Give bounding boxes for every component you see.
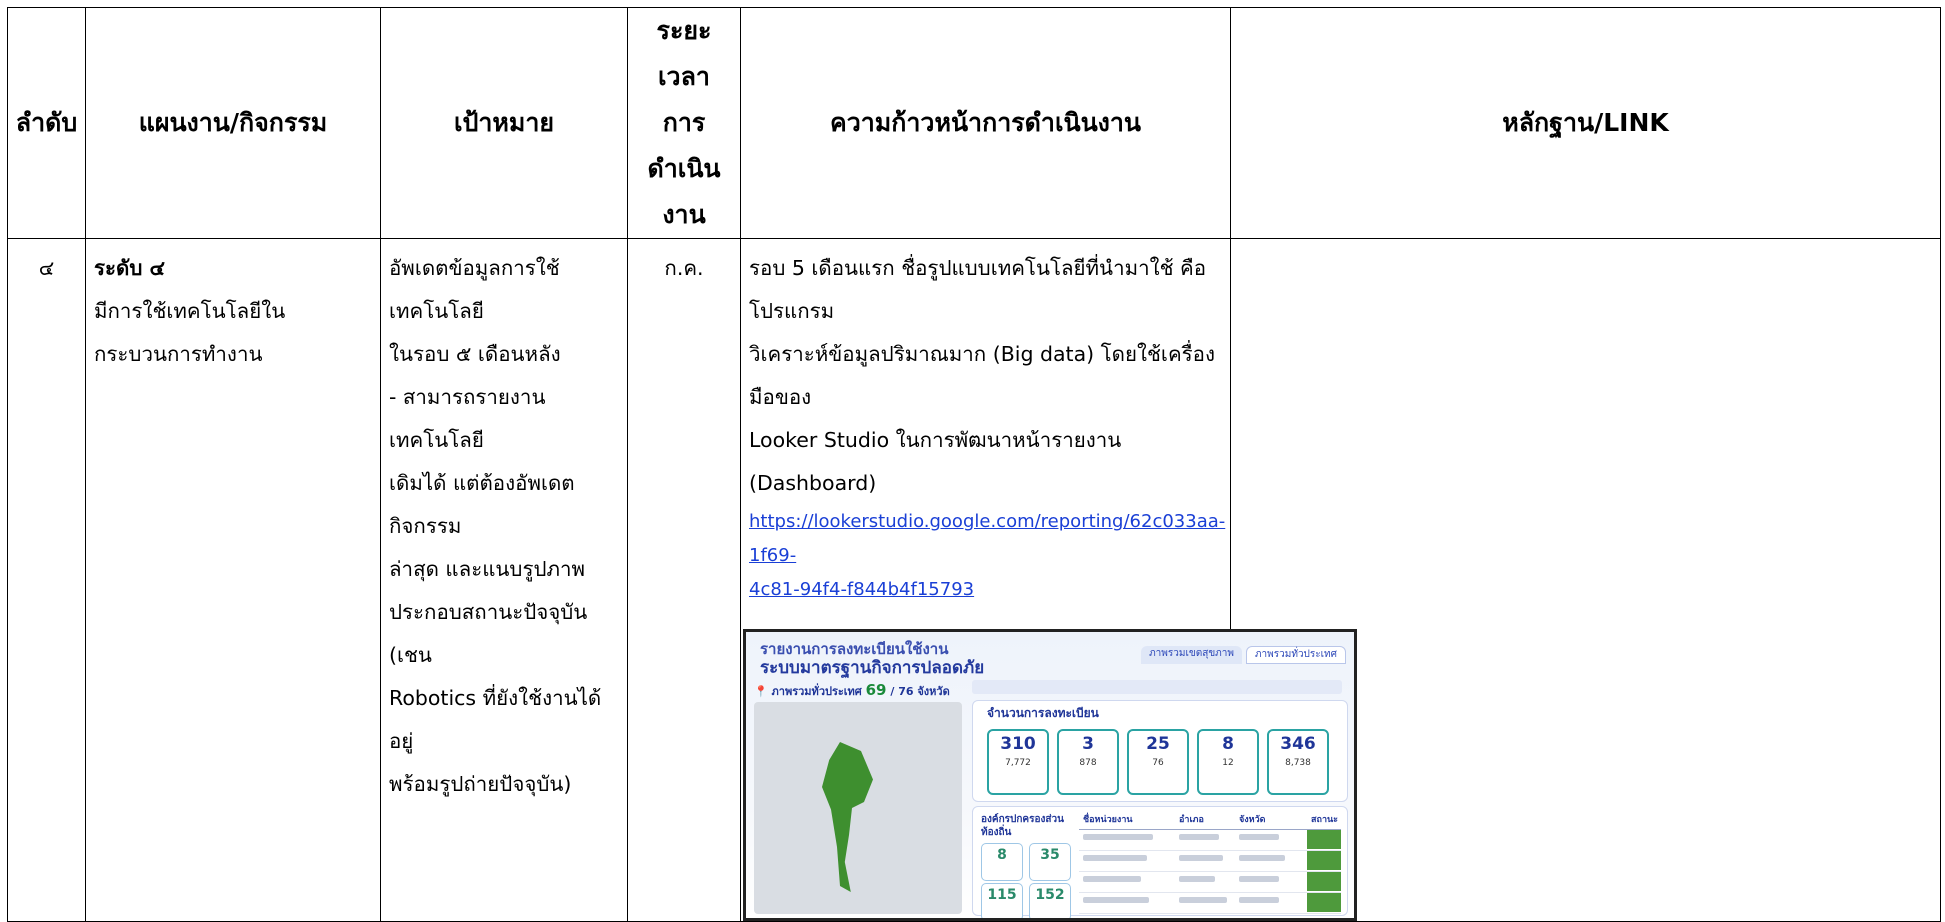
table-row: ๔ ระดับ ๔ มีการใช้เทคโนโลยีในกระบวนการทำ… [7,238,1941,922]
cell-duration: ก.ค. [627,238,741,922]
org-value: 35 [1040,847,1060,863]
stat-sub: 76 [1152,758,1164,768]
header-row: ลำดับ แผนงาน/กิจกรรม เป้าหมาย ระยะเวลา ก… [7,7,1941,239]
header-progress: ความก้าวหน้าการดำเนินงาน [740,7,1231,239]
dashboard-screenshot: รายงานการลงทะเบียนใช้งาน ระบบมาตรฐานกิจก… [743,629,1357,921]
target-line: ล่าสุด และแนบรูปภาพ [389,557,586,581]
filter-bar [972,680,1342,694]
dashboard-title-line1: รายงานการลงทะเบียนใช้งาน [760,640,949,658]
org-panel: องค์กรปกครองส่วนท้องถิ่น 8 35 115 152 ชื… [972,806,1348,918]
header-duration-line3: ดำเนินงาน [647,154,721,229]
org-table-row [1079,830,1341,851]
cell-plan: ระดับ ๔ มีการใช้เทคโนโลยีในกระบวนการทำงา… [85,238,381,922]
country-shape [822,742,873,892]
target-line: ประกอบสถานะปัจจุบัน (เชน [389,600,588,667]
stat-value: 25 [1146,734,1170,754]
stat-card: 25 76 [1127,729,1189,795]
progress-line: วิเคราะห์ข้อมูลปริมาณมาก (Big data) โดยใ… [749,342,1215,409]
header-evidence: หลักฐาน/LINK [1230,7,1941,239]
org-col-name: ชื่อหน่วยงาน [1083,815,1133,825]
org-table-header: ชื่อหน่วยงาน อำเภอ จังหวัด สถานะ [1079,813,1341,830]
header-target: เป้าหมาย [380,7,628,239]
cell-progress: รอบ 5 เดือนแรก ชื่อรูปแบบเทคโนโลยีที่นำม… [740,238,1357,922]
org-value: 115 [987,887,1017,903]
header-plan: แผนงาน/กิจกรรม [85,7,381,239]
map-title: 📍 ภาพรวมทั่วประเทศ 69 / 76 จังหวัด [754,682,950,700]
target-line: พร้อมรูปถ่ายปัจจุบัน) [389,772,572,796]
cell-target: อัพเดตข้อมูลการใช้เทคโนโลยี ในรอบ ๕ เดือ… [380,238,628,922]
thailand-map [754,702,962,914]
map-title-text: ภาพรวมทั่วประเทศ [771,685,862,698]
stat-sub: 878 [1079,758,1097,768]
org-table-row [1079,872,1341,893]
target-line: ในรอบ ๕ เดือนหลัง [389,342,561,366]
tab-nationwide: ภาพรวมทั่วประเทศ [1245,646,1346,664]
header-duration-line1: ระยะเวลา [656,16,712,91]
org-title: องค์กรปกครองส่วนท้องถิ่น [981,814,1064,838]
stat-value: 3 [1082,734,1094,754]
header-seq: ลำดับ [7,7,86,239]
org-col-district: อำเภอ [1179,815,1204,825]
plan-level: ระดับ ๔ [94,256,165,280]
stat-sub: 8,738 [1285,758,1311,768]
stat-card: 310 7,772 [987,729,1049,795]
dashboard-link[interactable]: https://lookerstudio.google.com/reportin… [749,505,1226,607]
dashboard-link-line2: 4c81-94f4-f844b4f15793 [749,579,975,600]
dashboard-link-line1: https://lookerstudio.google.com/reportin… [749,511,1226,566]
org-value: 8 [997,847,1007,863]
map-count: 69 [865,681,887,699]
registration-cards: 310 7,772 3 878 25 76 8 12 346 8,738 [987,729,1329,795]
org-card: 35 [1029,843,1071,881]
registration-panel: จำนวนการลงทะเบียน 310 7,772 3 878 25 76 8 12… [972,700,1348,802]
registration-title: จำนวนการลงทะเบียน [987,706,1099,720]
dashboard-tabs: ภาพรวมเขตสุขภาพ ภาพรวมทั่วประเทศ [1141,646,1346,664]
pin-icon: 📍 [754,685,768,698]
header-duration-line2: การ [662,108,706,137]
stat-value: 346 [1280,734,1316,754]
stat-card: 3 878 [1057,729,1119,795]
org-table-row [1079,851,1341,872]
progress-line: รอบ 5 เดือนแรก ชื่อรูปแบบเทคโนโลยีที่นำม… [749,256,1207,323]
org-card: 8 [981,843,1023,881]
stat-sub: 12 [1222,758,1234,768]
stat-value: 8 [1222,734,1234,754]
cell-seq: ๔ [7,238,86,922]
target-line: - สามารถรายงานเทคโนโลยี [389,385,546,452]
org-col-province: จังหวัด [1239,815,1266,825]
plan-description: มีการใช้เทคโนโลยีในกระบวนการทำงาน [94,299,286,366]
target-line: เดิมได้ แต่ต้องอัพเดตกิจกรรม [389,471,575,538]
map-total: / 76 จังหวัด [890,685,950,698]
header-duration: ระยะเวลา การ ดำเนินงาน [627,7,741,239]
stat-value: 310 [1000,734,1036,754]
target-line: อัพเดตข้อมูลการใช้เทคโนโลยี [389,256,560,323]
tab-health-region: ภาพรวมเขตสุขภาพ [1141,646,1242,664]
activity-plan-table: ลำดับ แผนงาน/กิจกรรม เป้าหมาย ระยะเวลา ก… [7,7,1941,922]
stat-sub: 7,772 [1005,758,1031,768]
stat-card: 8 12 [1197,729,1259,795]
progress-line: Looker Studio ในการพัฒนาหน้ารายงาน (Dash… [749,428,1122,495]
org-table-row [1079,893,1341,914]
org-col-status: สถานะ [1311,815,1338,825]
org-card: 115 [981,883,1023,918]
dashboard-title-line2: ระบบมาตรฐานกิจการปลอดภัย [760,658,985,678]
stat-card: 346 8,738 [1267,729,1329,795]
org-table: ชื่อหน่วยงาน อำเภอ จังหวัด สถานะ [1079,813,1341,914]
target-line: Robotics ที่ยังใช้งานได้อยู่ [389,686,602,753]
org-card: 152 [1029,883,1071,918]
org-value: 152 [1035,887,1065,903]
